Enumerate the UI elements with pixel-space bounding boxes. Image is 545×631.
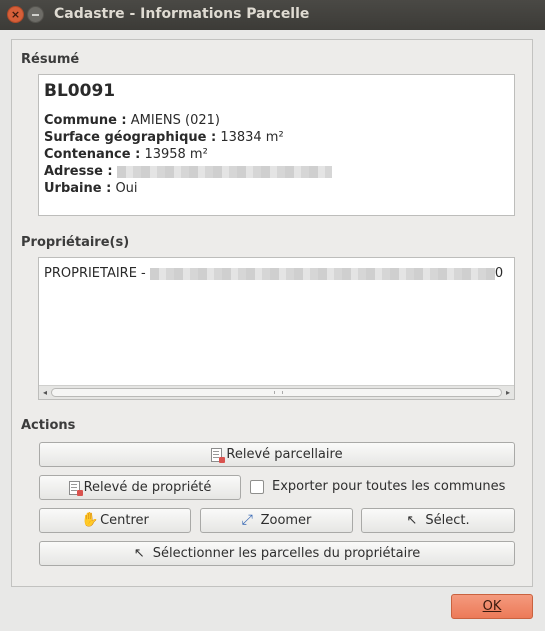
owner-prefix: PROPRIETAIRE - <box>44 266 146 281</box>
select-owner-parcels-label: Sélectionner les parcelles du propriétai… <box>152 546 421 561</box>
contenance-value: 13958 m² <box>144 147 208 162</box>
adresse-redacted <box>116 165 332 178</box>
scroll-right-icon[interactable]: ▸ <box>502 386 514 399</box>
centrer-label: Centrer <box>100 513 149 528</box>
owners-box[interactable]: PROPRIETAIRE - 0 ◂ ▸ <box>38 257 515 400</box>
close-window-button[interactable]: × <box>7 6 24 23</box>
owners-horizontal-scrollbar[interactable]: ◂ ▸ <box>39 385 514 399</box>
surface-value: 13834 m² <box>220 130 284 145</box>
centrer-button[interactable]: ✋ Centrer <box>39 508 191 533</box>
zoom-extent-icon: ⤢ <box>241 512 253 528</box>
scroll-left-icon[interactable]: ◂ <box>39 386 51 399</box>
close-icon: × <box>10 8 21 21</box>
content-panel: Résumé BL0091 Commune : AMIENS (021) Sur… <box>11 39 533 587</box>
minimize-window-button[interactable] <box>27 6 44 23</box>
select-cursor-icon: ↖ <box>132 546 149 561</box>
adresse-line: Adresse : <box>44 164 332 179</box>
document-pdf-icon <box>68 480 83 496</box>
owner-redacted <box>149 267 495 280</box>
export-all-communes-label[interactable]: Exporter pour toutes les communes <box>272 479 505 494</box>
select-button[interactable]: ↖ Sélect. <box>361 508 515 533</box>
parcel-id: BL0091 <box>44 81 116 101</box>
contenance-label: Contenance : <box>44 147 141 162</box>
select-owner-parcels-button[interactable]: ↖ Sélectionner les parcelles du propriét… <box>39 541 515 566</box>
ok-button[interactable]: OK <box>451 594 533 619</box>
urbaine-line: Urbaine : Oui <box>44 181 138 196</box>
window-title: Cadastre - Informations Parcelle <box>54 6 310 22</box>
resume-box: BL0091 Commune : AMIENS (021) Surface gé… <box>38 74 515 216</box>
releve-parcellaire-label: Relevé parcellaire <box>226 447 343 462</box>
zoomer-button[interactable]: ⤢ Zoomer <box>200 508 353 533</box>
scrollbar-thumb[interactable] <box>51 388 502 397</box>
owners-section-label: Propriétaire(s) <box>21 235 130 250</box>
releve-parcellaire-button[interactable]: Relevé parcellaire <box>39 442 515 467</box>
adresse-label: Adresse : <box>44 164 113 179</box>
releve-propriete-label: Relevé de propriété <box>83 480 212 495</box>
select-cursor-icon: ↖ <box>405 513 421 528</box>
releve-propriete-button[interactable]: Relevé de propriété <box>39 475 241 500</box>
document-pdf-icon <box>211 447 226 463</box>
actions-section-label: Actions <box>21 418 76 433</box>
window-titlebar: × Cadastre - Informations Parcelle <box>0 0 545 30</box>
surface-line: Surface géographique : 13834 m² <box>44 130 284 145</box>
select-label: Sélect. <box>425 513 470 528</box>
urbaine-value: Oui <box>115 181 138 196</box>
resume-section-label: Résumé <box>21 52 80 67</box>
urbaine-label: Urbaine : <box>44 181 112 196</box>
commune-label: Commune : <box>44 113 127 128</box>
hand-pan-icon: ✋ <box>81 512 99 528</box>
owner-suffix: 0 <box>494 266 504 281</box>
commune-line: Commune : AMIENS (021) <box>44 113 220 128</box>
zoomer-label: Zoomer <box>260 513 312 528</box>
surface-label: Surface géographique : <box>44 130 217 145</box>
owner-line: PROPRIETAIRE - 0 <box>44 266 503 281</box>
commune-value: AMIENS (021) <box>130 113 220 128</box>
export-all-communes-checkbox[interactable] <box>250 480 264 494</box>
contenance-line: Contenance : 13958 m² <box>44 147 208 162</box>
